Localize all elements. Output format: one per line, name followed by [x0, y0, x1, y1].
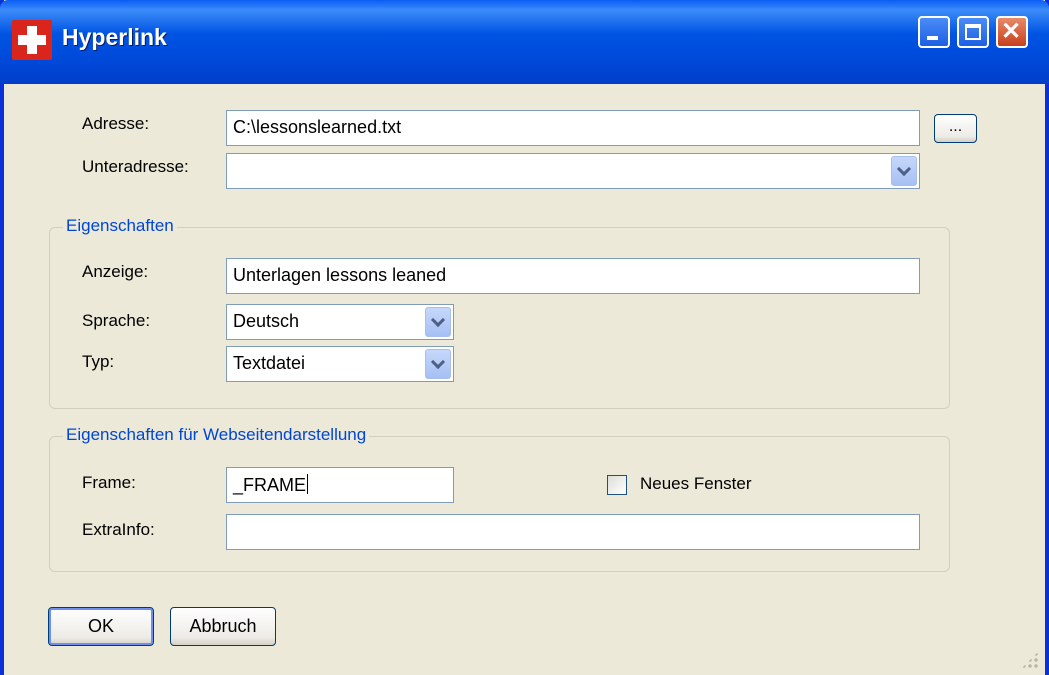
- language-combo[interactable]: Deutsch: [226, 304, 454, 340]
- address-label: Adresse:: [82, 114, 150, 133]
- text-caret: [307, 474, 309, 494]
- frame-input[interactable]: _FRAME: [226, 467, 454, 503]
- subaddress-label: Unteradresse:: [82, 157, 189, 176]
- extrainfo-input[interactable]: [226, 514, 920, 550]
- subaddress-dropdown-button[interactable]: [891, 156, 917, 186]
- cancel-button[interactable]: Abbruch: [170, 607, 276, 646]
- ok-button[interactable]: OK: [48, 607, 154, 646]
- window-title: Hyperlink: [62, 24, 167, 50]
- properties-group-title: Eigenschaften: [63, 216, 177, 236]
- new-window-label[interactable]: Neues Fenster: [640, 474, 752, 494]
- close-icon: ✕: [1001, 18, 1022, 45]
- title-bar[interactable]: Hyperlink ✕: [0, 0, 1049, 84]
- extrainfo-label: ExtraInfo:: [82, 520, 155, 539]
- browse-button[interactable]: ...: [934, 114, 977, 143]
- app-cross-icon: [12, 20, 52, 60]
- frame-label: Frame:: [82, 473, 136, 492]
- language-label: Sprache:: [82, 311, 151, 330]
- hyperlink-dialog: Hyperlink ✕ Adresse: C:\lessonslearned.t…: [0, 0, 1049, 675]
- chevron-down-icon: [430, 354, 446, 370]
- language-dropdown-button[interactable]: [425, 307, 451, 337]
- resize-grip-icon[interactable]: [1021, 651, 1039, 669]
- frame-value: _FRAME: [233, 475, 307, 495]
- type-combo[interactable]: Textdatei: [226, 346, 454, 382]
- web-group-title: Eigenschaften für Webseitendarstellung: [63, 425, 370, 445]
- display-label: Anzeige:: [82, 262, 149, 281]
- display-input[interactable]: Unterlagen lessons leaned: [226, 258, 920, 294]
- chevron-down-icon: [430, 312, 446, 328]
- new-window-checkbox[interactable]: [607, 475, 627, 495]
- properties-group: [49, 227, 950, 409]
- chevron-down-icon: [896, 161, 912, 177]
- language-value: Deutsch: [233, 311, 300, 331]
- subaddress-combo[interactable]: [226, 153, 920, 189]
- minimize-button[interactable]: [918, 16, 950, 48]
- minimize-icon: [927, 36, 938, 40]
- maximize-icon: [965, 24, 981, 40]
- type-label: Typ:: [82, 352, 115, 371]
- maximize-button[interactable]: [957, 16, 989, 48]
- type-value: Textdatei: [233, 353, 306, 373]
- web-group: [49, 436, 950, 572]
- close-button[interactable]: ✕: [996, 16, 1028, 48]
- address-input[interactable]: C:\lessonslearned.txt: [226, 110, 920, 146]
- type-dropdown-button[interactable]: [425, 349, 451, 379]
